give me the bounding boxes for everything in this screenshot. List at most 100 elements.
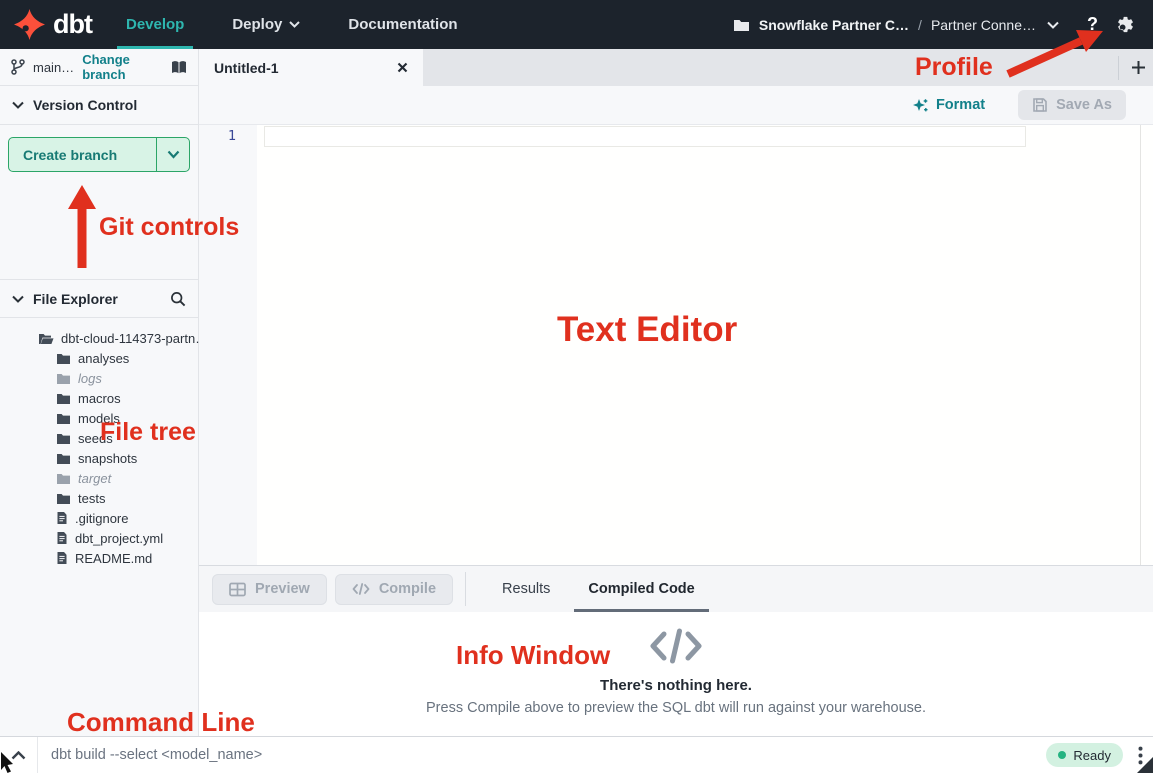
kebab-menu-icon[interactable]	[1138, 746, 1143, 765]
status-badge: Ready	[1046, 743, 1123, 767]
tab-compiled-code[interactable]: Compiled Code	[574, 566, 708, 612]
sidebar: Version Control Create branch File Explo…	[0, 86, 199, 736]
chevron-down-icon	[289, 21, 300, 28]
dbt-cloud-ide: dbt Develop Deploy Documentation Snowfla…	[0, 0, 1153, 773]
tree-item-seeds[interactable]: seeds	[0, 428, 198, 448]
dbt-logo-text: dbt	[53, 9, 92, 40]
file-icon	[56, 511, 68, 525]
tree-item-label: macros	[78, 391, 121, 406]
help-icon[interactable]: ?	[1087, 14, 1098, 35]
status-dot-icon	[1058, 751, 1066, 759]
tree-item-models[interactable]: models	[0, 408, 198, 428]
dbt-logo[interactable]: dbt	[14, 9, 92, 40]
file-icon	[56, 551, 68, 565]
tree-item-README.md[interactable]: README.md	[0, 548, 198, 568]
gear-icon[interactable]	[1116, 15, 1135, 34]
command-bar-divider	[37, 737, 38, 773]
chevron-down-icon	[12, 295, 24, 303]
folder-icon	[56, 412, 71, 425]
tree-item-label: README.md	[75, 551, 152, 566]
tab-bar-divider	[1118, 56, 1119, 80]
editor-toolbar: Format Save As	[199, 86, 1153, 125]
folder-open-icon	[38, 332, 54, 345]
project-chevron-down-icon[interactable]	[1047, 21, 1059, 29]
folder-icon	[56, 372, 71, 385]
tree-item-target[interactable]: target	[0, 468, 198, 488]
nav-item-develop[interactable]: Develop	[126, 0, 184, 49]
tree-item-macros[interactable]: macros	[0, 388, 198, 408]
branch-bar: main… Change branch	[0, 49, 199, 86]
text-editor[interactable]: 1	[199, 125, 1153, 565]
tree-item-label: dbt_project.yml	[75, 531, 163, 546]
breadcrumb-separator: /	[918, 17, 922, 33]
version-control-title: Version Control	[33, 97, 137, 113]
code-brackets-icon	[649, 626, 703, 671]
tree-item-label: dbt-cloud-114373-partn…	[61, 331, 208, 346]
tab-untitled-1[interactable]: Untitled-1	[199, 49, 423, 86]
tree-item-dbt_project.yml[interactable]: dbt_project.yml	[0, 528, 198, 548]
info-window-header: Preview Compile Results Compiled Code	[199, 566, 1153, 612]
line-number: 1	[199, 128, 257, 144]
tab-title: Untitled-1	[214, 60, 279, 76]
compile-button[interactable]: Compile	[335, 574, 453, 605]
tab-results[interactable]: Results	[488, 566, 564, 612]
tree-item-label: .gitignore	[75, 511, 128, 526]
chevron-down-icon	[167, 150, 180, 159]
folder-icon	[56, 352, 71, 365]
info-window-body: There's nothing here. Press Compile abov…	[199, 612, 1153, 737]
editor-active-line[interactable]	[264, 126, 1026, 147]
editor-tab-bar: Untitled-1	[199, 49, 1153, 86]
tree-item-analyses[interactable]: analyses	[0, 348, 198, 368]
close-tab-icon[interactable]	[397, 62, 408, 73]
tree-item-dbt-cloud-114373-partn[interactable]: dbt-cloud-114373-partn…	[0, 328, 198, 348]
new-tab-button[interactable]	[1124, 49, 1152, 86]
file-tree: dbt-cloud-114373-partn… analyses logs macro…	[0, 328, 198, 568]
compile-code-icon	[352, 582, 370, 596]
tree-item-tests[interactable]: tests	[0, 488, 198, 508]
create-branch-split-button: Create branch	[8, 137, 190, 172]
panel-header-divider	[465, 572, 466, 606]
project-name[interactable]: Partner Conne…	[931, 17, 1036, 33]
nav-item-documentation[interactable]: Documentation	[348, 0, 457, 49]
tree-item-label: logs	[78, 371, 102, 386]
folder-icon	[56, 432, 71, 445]
command-bar: dbt build --select <model_name> Ready	[0, 736, 1153, 773]
tree-item-label: seeds	[78, 431, 113, 446]
format-sparkle-icon	[912, 97, 929, 114]
docs-book-icon[interactable]	[170, 60, 188, 75]
file-icon	[56, 531, 68, 545]
change-branch-link[interactable]: Change branch	[82, 52, 162, 82]
create-branch-button[interactable]: Create branch	[9, 138, 157, 171]
account-name[interactable]: Snowflake Partner C…	[759, 17, 909, 33]
dbt-logo-icon	[14, 9, 45, 40]
info-window-panel: Preview Compile Results Compiled Code	[199, 565, 1153, 736]
version-control-header[interactable]: Version Control	[0, 86, 198, 125]
tree-item-label: models	[78, 411, 120, 426]
nav-item-deploy[interactable]: Deploy	[232, 0, 300, 49]
create-branch-dropdown-button[interactable]	[157, 138, 189, 171]
search-icon[interactable]	[170, 291, 186, 307]
current-branch-name: main…	[33, 60, 74, 75]
tree-item-label: tests	[78, 491, 105, 506]
editor-gutter	[199, 125, 257, 565]
tree-item-.gitignore[interactable]: .gitignore	[0, 508, 198, 528]
folder-icon	[56, 472, 71, 485]
status-text: Ready	[1073, 748, 1111, 763]
expand-command-bar-button[interactable]	[0, 737, 37, 773]
file-explorer-title: File Explorer	[33, 291, 118, 307]
file-explorer-header[interactable]: File Explorer	[0, 279, 198, 318]
tree-item-snapshots[interactable]: snapshots	[0, 448, 198, 468]
folder-icon	[733, 18, 750, 32]
git-branch-icon	[10, 59, 25, 75]
format-button[interactable]: Format	[912, 97, 985, 114]
tree-item-label: analyses	[78, 351, 129, 366]
folder-icon	[56, 492, 71, 505]
chevron-down-icon	[12, 101, 24, 109]
preview-button[interactable]: Preview	[212, 574, 327, 605]
tree-item-logs[interactable]: logs	[0, 368, 198, 388]
plus-icon	[1131, 60, 1146, 75]
preview-table-icon	[229, 582, 246, 597]
command-input[interactable]: dbt build --select <model_name>	[51, 747, 1046, 763]
folder-icon	[56, 452, 71, 465]
save-as-button[interactable]: Save As	[1018, 90, 1126, 120]
